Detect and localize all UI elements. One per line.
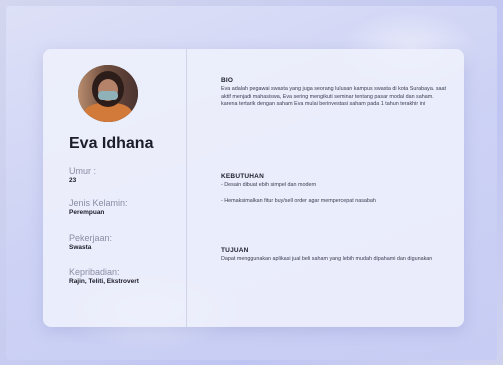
goals-text: Dapat menggunakan aplikasi jual beli sah… [221, 256, 433, 262]
personality-label: Kepribadian: [69, 267, 120, 277]
goals-section: TUJUAN Dapat menggunakan aplikasi jual b… [221, 247, 449, 264]
age-label: Umur : [69, 166, 96, 176]
occupation-value: Swasta [69, 244, 92, 251]
bio-section: BIO Eva adalah pegawai swasta yang juga … [221, 77, 449, 109]
needs-item-2: - Hemaksimalkan fitur buy/sell order aga… [221, 197, 376, 204]
bio-text: Eva adalah pegawai swasta yang juga seor… [221, 86, 447, 108]
needs-section: KEBUTUHAN - Desain dibuat ebih simpel da… [221, 173, 449, 205]
gender-label: Jenis Kelamin: [69, 198, 128, 208]
occupation-label: Pekerjaan: [69, 233, 113, 243]
gender-value: Perempuan [69, 209, 105, 216]
needs-heading: KEBUTUHAN [221, 173, 264, 180]
personality-field: Kepribadian: Rajin, Teliti, Ekstrovert [69, 267, 149, 286]
bio-heading: BIO [221, 77, 234, 84]
profile-panel: Eva Idhana Umur : 23 Jenis Kelamin: Pere… [43, 49, 187, 327]
occupation-field: Pekerjaan: Swasta [69, 233, 112, 252]
gender-field: Jenis Kelamin: Perempuan [69, 198, 128, 217]
age-field: Umur : 23 [69, 166, 96, 185]
needs-item-1: - Desain dibuat ebih simpel dan modern [221, 182, 317, 188]
age-value: 23 [69, 177, 77, 184]
goals-heading: TUJUAN [221, 247, 249, 254]
avatar [78, 65, 138, 122]
persona-card: Eva Idhana Umur : 23 Jenis Kelamin: Pere… [43, 49, 464, 327]
persona-name: Eva Idhana [69, 135, 154, 152]
personality-value: Rajin, Teliti, Ekstrovert [69, 278, 139, 285]
